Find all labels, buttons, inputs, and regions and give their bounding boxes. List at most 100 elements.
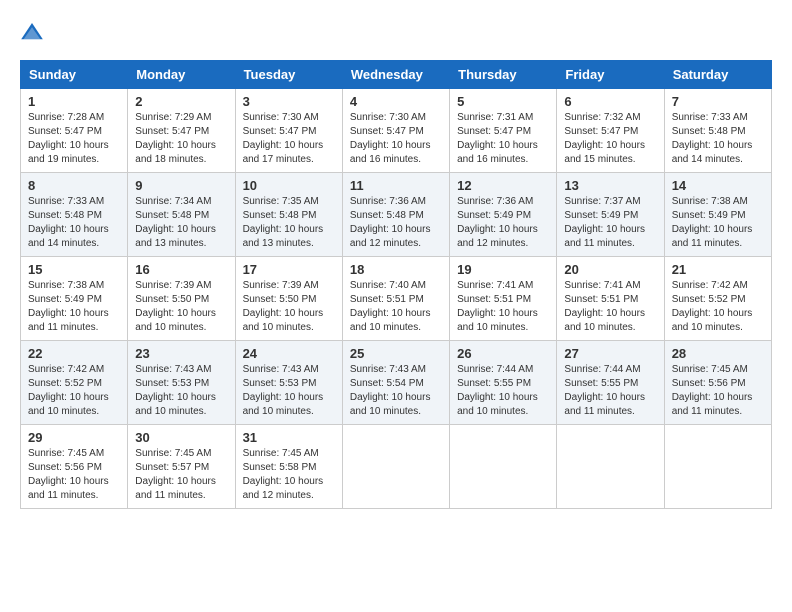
day-info: Sunrise: 7:42 AMSunset: 5:52 PMDaylight:… [672, 279, 764, 335]
day-info: Sunrise: 7:33 AMSunset: 5:48 PMDaylight:… [28, 195, 120, 251]
day-of-week-header: Saturday [664, 61, 771, 89]
calendar-cell: 17Sunrise: 7:39 AMSunset: 5:50 PMDayligh… [235, 257, 342, 341]
calendar-week-row: 1 Sunrise: 7:28 AMSunset: 5:47 PMDaylight… [21, 89, 772, 173]
day-number: 2 [135, 94, 227, 109]
calendar-cell: 11 Sunrise: 7:36 AMSunset: 5:48 PMDayligh… [342, 173, 449, 257]
day-of-week-header: Sunday [21, 61, 128, 89]
calendar-cell: 6 Sunrise: 7:32 AMSunset: 5:47 PMDaylight… [557, 89, 664, 173]
day-info: Sunrise: 7:29 AMSunset: 5:47 PMDaylight:… [135, 111, 227, 167]
day-info: Sunrise: 7:39 AMSunset: 5:50 PMDaylight:… [243, 279, 335, 335]
calendar-week-row: 29 Sunrise: 7:45 AMSunset: 5:56 PMDayligh… [21, 425, 772, 509]
calendar-cell: 14 Sunrise: 7:38 AMSunset: 5:49 PMDayligh… [664, 173, 771, 257]
day-number: 20 [564, 262, 656, 277]
day-number: 7 [672, 94, 764, 109]
day-info: Sunrise: 7:44 AMSunset: 5:55 PMDaylight:… [564, 363, 656, 419]
day-number: 1 [28, 94, 120, 109]
calendar-cell: 24 Sunrise: 7:43 AMSunset: 5:53 PMDayligh… [235, 341, 342, 425]
calendar-cell: 16Sunrise: 7:39 AMSunset: 5:50 PMDayligh… [128, 257, 235, 341]
calendar-cell: 5 Sunrise: 7:31 AMSunset: 5:47 PMDaylight… [450, 89, 557, 173]
day-of-week-header: Friday [557, 61, 664, 89]
calendar-cell: 15 Sunrise: 7:38 AMSunset: 5:49 PMDayligh… [21, 257, 128, 341]
day-number: 11 [350, 178, 442, 193]
day-number: 28 [672, 346, 764, 361]
calendar-cell [450, 425, 557, 509]
day-number: 22 [28, 346, 120, 361]
day-info: Sunrise: 7:41 AMSunset: 5:51 PMDaylight:… [457, 279, 549, 335]
day-info: Sunrise: 7:31 AMSunset: 5:47 PMDaylight:… [457, 111, 549, 167]
calendar-cell [342, 425, 449, 509]
day-of-week-header: Thursday [450, 61, 557, 89]
day-info: Sunrise: 7:43 AMSunset: 5:53 PMDaylight:… [135, 363, 227, 419]
calendar-week-row: 22 Sunrise: 7:42 AMSunset: 5:52 PMDayligh… [21, 341, 772, 425]
day-of-week-header: Wednesday [342, 61, 449, 89]
calendar-cell: 4 Sunrise: 7:30 AMSunset: 5:47 PMDaylight… [342, 89, 449, 173]
day-info: Sunrise: 7:28 AMSunset: 5:47 PMDaylight:… [28, 111, 120, 167]
day-info: Sunrise: 7:35 AMSunset: 5:48 PMDaylight:… [243, 195, 335, 251]
calendar-cell: 9 Sunrise: 7:34 AMSunset: 5:48 PMDaylight… [128, 173, 235, 257]
day-info: Sunrise: 7:32 AMSunset: 5:47 PMDaylight:… [564, 111, 656, 167]
day-number: 23 [135, 346, 227, 361]
calendar-cell: 7 Sunrise: 7:33 AMSunset: 5:48 PMDaylight… [664, 89, 771, 173]
calendar-cell: 28 Sunrise: 7:45 AMSunset: 5:56 PMDayligh… [664, 341, 771, 425]
day-number: 30 [135, 430, 227, 445]
day-number: 10 [243, 178, 335, 193]
calendar-cell: 30 Sunrise: 7:45 AMSunset: 5:57 PMDayligh… [128, 425, 235, 509]
day-number: 24 [243, 346, 335, 361]
calendar-cell: 23 Sunrise: 7:43 AMSunset: 5:53 PMDayligh… [128, 341, 235, 425]
day-number: 27 [564, 346, 656, 361]
day-info: Sunrise: 7:45 AMSunset: 5:56 PMDaylight:… [28, 447, 120, 503]
calendar-cell: 27 Sunrise: 7:44 AMSunset: 5:55 PMDayligh… [557, 341, 664, 425]
day-number: 21 [672, 262, 764, 277]
calendar-cell: 3Sunrise: 7:30 AMSunset: 5:47 PMDaylight… [235, 89, 342, 173]
day-number: 25 [350, 346, 442, 361]
day-of-week-header: Tuesday [235, 61, 342, 89]
calendar-cell: 18 Sunrise: 7:40 AMSunset: 5:51 PMDayligh… [342, 257, 449, 341]
day-info: Sunrise: 7:38 AMSunset: 5:49 PMDaylight:… [28, 279, 120, 335]
day-info: Sunrise: 7:38 AMSunset: 5:49 PMDaylight:… [672, 195, 764, 251]
day-number: 5 [457, 94, 549, 109]
day-info: Sunrise: 7:42 AMSunset: 5:52 PMDaylight:… [28, 363, 120, 419]
calendar-cell: 22 Sunrise: 7:42 AMSunset: 5:52 PMDayligh… [21, 341, 128, 425]
day-info: Sunrise: 7:40 AMSunset: 5:51 PMDaylight:… [350, 279, 442, 335]
day-number: 29 [28, 430, 120, 445]
calendar-cell: 29 Sunrise: 7:45 AMSunset: 5:56 PMDayligh… [21, 425, 128, 509]
calendar-cell: 21 Sunrise: 7:42 AMSunset: 5:52 PMDayligh… [664, 257, 771, 341]
day-number: 12 [457, 178, 549, 193]
day-number: 13 [564, 178, 656, 193]
header [20, 20, 772, 44]
calendar-week-row: 8Sunrise: 7:33 AMSunset: 5:48 PMDaylight… [21, 173, 772, 257]
day-info: Sunrise: 7:34 AMSunset: 5:48 PMDaylight:… [135, 195, 227, 251]
calendar-cell: 31Sunrise: 7:45 AMSunset: 5:58 PMDayligh… [235, 425, 342, 509]
day-of-week-header: Monday [128, 61, 235, 89]
day-info: Sunrise: 7:36 AMSunset: 5:49 PMDaylight:… [457, 195, 549, 251]
calendar-cell: 20 Sunrise: 7:41 AMSunset: 5:51 PMDayligh… [557, 257, 664, 341]
day-number: 6 [564, 94, 656, 109]
day-info: Sunrise: 7:45 AMSunset: 5:57 PMDaylight:… [135, 447, 227, 503]
calendar-cell: 10 Sunrise: 7:35 AMSunset: 5:48 PMDayligh… [235, 173, 342, 257]
calendar-cell: 13Sunrise: 7:37 AMSunset: 5:49 PMDayligh… [557, 173, 664, 257]
calendar-cell [664, 425, 771, 509]
calendar-cell: 1 Sunrise: 7:28 AMSunset: 5:47 PMDaylight… [21, 89, 128, 173]
day-number: 15 [28, 262, 120, 277]
calendar-cell: 25Sunrise: 7:43 AMSunset: 5:54 PMDayligh… [342, 341, 449, 425]
logo-icon [20, 20, 44, 44]
day-info: Sunrise: 7:30 AMSunset: 5:47 PMDaylight:… [350, 111, 442, 167]
calendar-cell [557, 425, 664, 509]
day-info: Sunrise: 7:33 AMSunset: 5:48 PMDaylight:… [672, 111, 764, 167]
day-number: 19 [457, 262, 549, 277]
day-info: Sunrise: 7:41 AMSunset: 5:51 PMDaylight:… [564, 279, 656, 335]
calendar-cell: 8Sunrise: 7:33 AMSunset: 5:48 PMDaylight… [21, 173, 128, 257]
day-number: 4 [350, 94, 442, 109]
day-info: Sunrise: 7:45 AMSunset: 5:56 PMDaylight:… [672, 363, 764, 419]
calendar-cell: 26Sunrise: 7:44 AMSunset: 5:55 PMDayligh… [450, 341, 557, 425]
day-number: 3 [243, 94, 335, 109]
calendar-cell: 19 Sunrise: 7:41 AMSunset: 5:51 PMDayligh… [450, 257, 557, 341]
day-number: 14 [672, 178, 764, 193]
day-number: 16 [135, 262, 227, 277]
calendar-cell: 12 Sunrise: 7:36 AMSunset: 5:49 PMDayligh… [450, 173, 557, 257]
day-info: Sunrise: 7:45 AMSunset: 5:58 PMDaylight:… [243, 447, 335, 503]
day-number: 18 [350, 262, 442, 277]
day-info: Sunrise: 7:36 AMSunset: 5:48 PMDaylight:… [350, 195, 442, 251]
day-number: 9 [135, 178, 227, 193]
day-info: Sunrise: 7:43 AMSunset: 5:53 PMDaylight:… [243, 363, 335, 419]
